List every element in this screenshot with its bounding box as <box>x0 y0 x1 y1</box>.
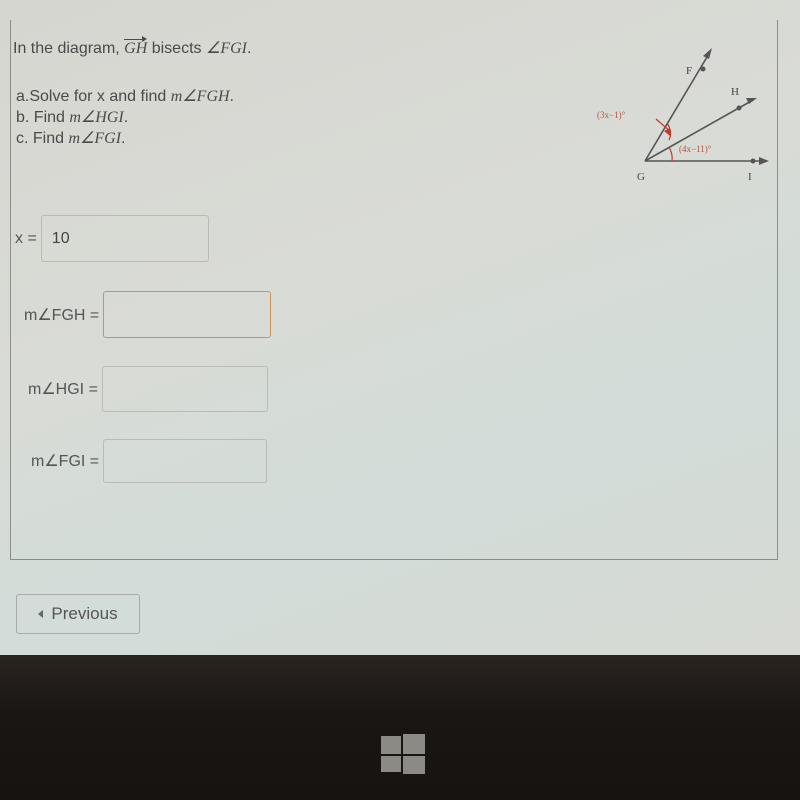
part-c-end: . <box>121 130 126 147</box>
angle-fgi: ∠FGI <box>205 40 247 57</box>
point-f <box>700 66 706 72</box>
question-stem: In the diagram, GH bisects ∠FGI. <box>13 36 252 58</box>
stem-text: In the diagram, <box>13 40 125 57</box>
fgh-row: m∠FGH = <box>24 291 272 338</box>
x-input[interactable]: 10 <box>40 215 209 262</box>
point-i <box>750 158 756 164</box>
part-c: c. Find m∠FGI. <box>16 128 234 149</box>
label-f: F <box>686 65 692 77</box>
part-a-math: m∠FGH <box>170 88 230 105</box>
angle-arc-bottom <box>668 146 673 162</box>
arrow-f-icon <box>703 48 712 59</box>
stem-period: . <box>246 40 252 57</box>
part-b: b. Find m∠HGI. <box>16 107 234 128</box>
fgh-label: m∠FGH = <box>24 306 100 324</box>
x-label: x = <box>15 229 37 247</box>
fgi-row: m∠FGI = <box>31 439 268 483</box>
part-a: a.Solve for x and find m∠FGH. <box>16 86 234 107</box>
part-b-end: . <box>123 109 129 126</box>
ray-gh: GH <box>124 36 148 57</box>
hgi-input[interactable] <box>101 366 268 412</box>
part-b-math: m∠HGI <box>69 109 124 126</box>
angle-diagram: F H G I (3x−1)° (4x−11)° <box>597 48 769 183</box>
arrow-i-icon <box>759 157 769 165</box>
part-a-text: a.Solve for x and find <box>16 88 171 105</box>
part-c-text: c. Find <box>16 130 69 147</box>
stem-text-middle: bisects <box>147 40 206 57</box>
label-h: H <box>731 86 739 98</box>
part-a-end: . <box>229 88 234 105</box>
part-c-math: m∠FGI <box>68 130 122 147</box>
point-h <box>736 105 742 111</box>
fgi-input[interactable] <box>103 439 268 483</box>
chevron-left-icon <box>38 610 44 618</box>
part-b-text: b. Find <box>16 109 70 126</box>
label-4x-minus-11: (4x−11)° <box>679 144 712 154</box>
fgi-label: m∠FGI = <box>31 453 100 470</box>
previous-button[interactable]: Previous <box>16 594 140 634</box>
label-i: I <box>748 171 752 183</box>
previous-label: Previous <box>51 604 118 623</box>
label-3x-minus-1: (3x−1)° <box>597 110 626 120</box>
hgi-row: m∠HGI = <box>28 366 268 412</box>
windows-logo-icon <box>381 734 425 774</box>
fgh-input[interactable] <box>103 291 272 338</box>
x-row: x = 10 <box>15 215 209 262</box>
screen: In the diagram, GH bisects ∠FGI. a.Solve… <box>0 0 800 655</box>
hgi-label: m∠HGI = <box>28 381 98 398</box>
device-bezel <box>0 655 800 800</box>
question-parts: a.Solve for x and find m∠FGH. b. Find m∠… <box>16 86 234 149</box>
label-g: G <box>637 171 645 183</box>
